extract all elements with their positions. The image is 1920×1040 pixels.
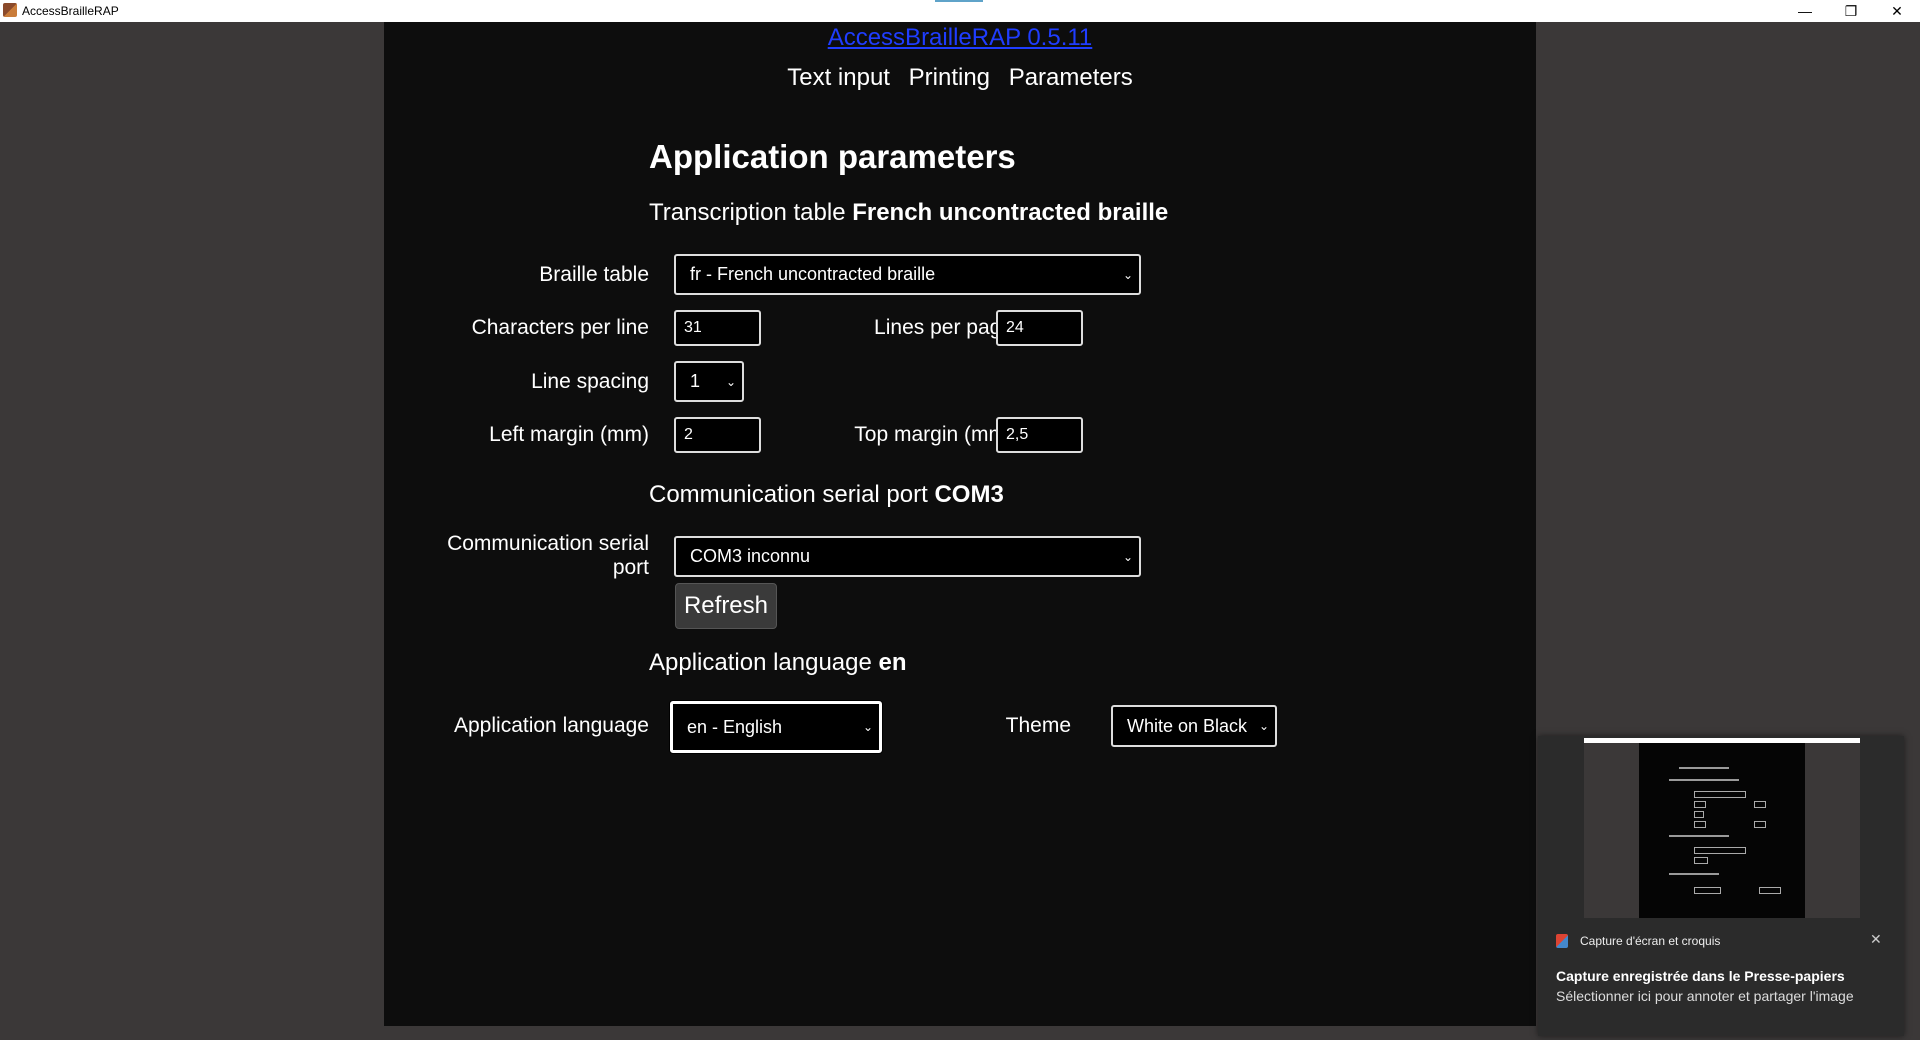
- refresh-button[interactable]: Refresh: [675, 583, 777, 629]
- page-title: Application parameters: [649, 138, 1016, 175]
- top-margin-label: Top margin (mm): [854, 423, 1013, 446]
- maximize-button[interactable]: ❐: [1828, 0, 1874, 22]
- main-panel: AccessBrailleRAP 0.5.11 Text input Print…: [384, 22, 1536, 1026]
- snipping-tool-icon: [1556, 934, 1568, 948]
- transcription-value: French uncontracted braille: [852, 199, 1169, 226]
- minimize-icon: —: [1798, 3, 1812, 19]
- braille-table-select[interactable]: fr - French uncontracted braille ⌄: [674, 254, 1141, 295]
- theme-label: Theme: [1005, 714, 1071, 737]
- left-margin-label: Left margin (mm): [489, 423, 649, 446]
- serial-port-heading: Communication serial port COM3: [649, 481, 1004, 508]
- lines-per-page-input[interactable]: 24: [996, 310, 1083, 346]
- chars-per-line-label: Characters per line: [471, 316, 649, 339]
- restore-icon: ❐: [1844, 2, 1858, 19]
- screenshot-thumbnail[interactable]: [1584, 738, 1860, 918]
- lines-per-page-label: Lines per page: [874, 316, 1013, 339]
- chars-per-line-input[interactable]: 31: [674, 310, 761, 346]
- chevron-down-icon: ⌄: [1122, 549, 1133, 564]
- window-title: AccessBrailleRAP: [22, 4, 119, 18]
- top-margin-input[interactable]: 2,5: [996, 417, 1083, 453]
- chevron-down-icon: ⌄: [1258, 719, 1269, 733]
- toast-subtitle: Sélectionner ici pour annoter et partage…: [1556, 988, 1854, 1004]
- top-nav: Text input Printing Parameters: [384, 64, 1536, 92]
- toast-app-name: Capture d'écran et croquis: [1580, 934, 1721, 948]
- nav-printing[interactable]: Printing: [909, 64, 990, 91]
- close-button[interactable]: ✕: [1874, 0, 1920, 22]
- theme-select[interactable]: White on Black ⌄: [1111, 705, 1277, 747]
- line-spacing-select[interactable]: 1 ⌄: [674, 361, 744, 402]
- chevron-down-icon: ⌄: [862, 720, 873, 734]
- language-label: Application language: [454, 714, 649, 737]
- braille-table-label: Braille table: [539, 263, 649, 286]
- app-version-link[interactable]: AccessBrailleRAP 0.5.11: [384, 24, 1536, 52]
- transcription-heading: Transcription table French uncontracted …: [649, 199, 1169, 226]
- language-value: en: [878, 649, 907, 676]
- window-titlebar: AccessBrailleRAP — ❐ ✕: [0, 0, 1920, 22]
- titlebar-accent: [935, 0, 983, 2]
- minimize-button[interactable]: —: [1782, 0, 1828, 22]
- toast-title: Capture enregistrée dans le Presse-papie…: [1556, 968, 1845, 984]
- serial-port-label: Communication serial port: [447, 532, 649, 579]
- language-heading: Application language en: [649, 649, 907, 676]
- serial-port-value: COM3: [934, 481, 1004, 508]
- nav-parameters[interactable]: Parameters: [1009, 64, 1133, 91]
- serial-port-select[interactable]: COM3 inconnu ⌄: [674, 536, 1141, 577]
- close-icon: ✕: [1891, 2, 1903, 19]
- left-margin-input[interactable]: 2: [674, 417, 761, 453]
- chevron-down-icon: ⌄: [1122, 267, 1133, 282]
- language-select[interactable]: en - English ⌄: [670, 701, 882, 753]
- snip-notification[interactable]: Capture d'écran et croquis ✕ Capture enr…: [1538, 736, 1904, 1036]
- line-spacing-label: Line spacing: [531, 370, 649, 393]
- chevron-down-icon: ⌄: [725, 374, 736, 389]
- app-icon: [3, 3, 17, 17]
- toast-close-icon[interactable]: ✕: [1870, 931, 1882, 948]
- nav-text-input[interactable]: Text input: [787, 64, 890, 91]
